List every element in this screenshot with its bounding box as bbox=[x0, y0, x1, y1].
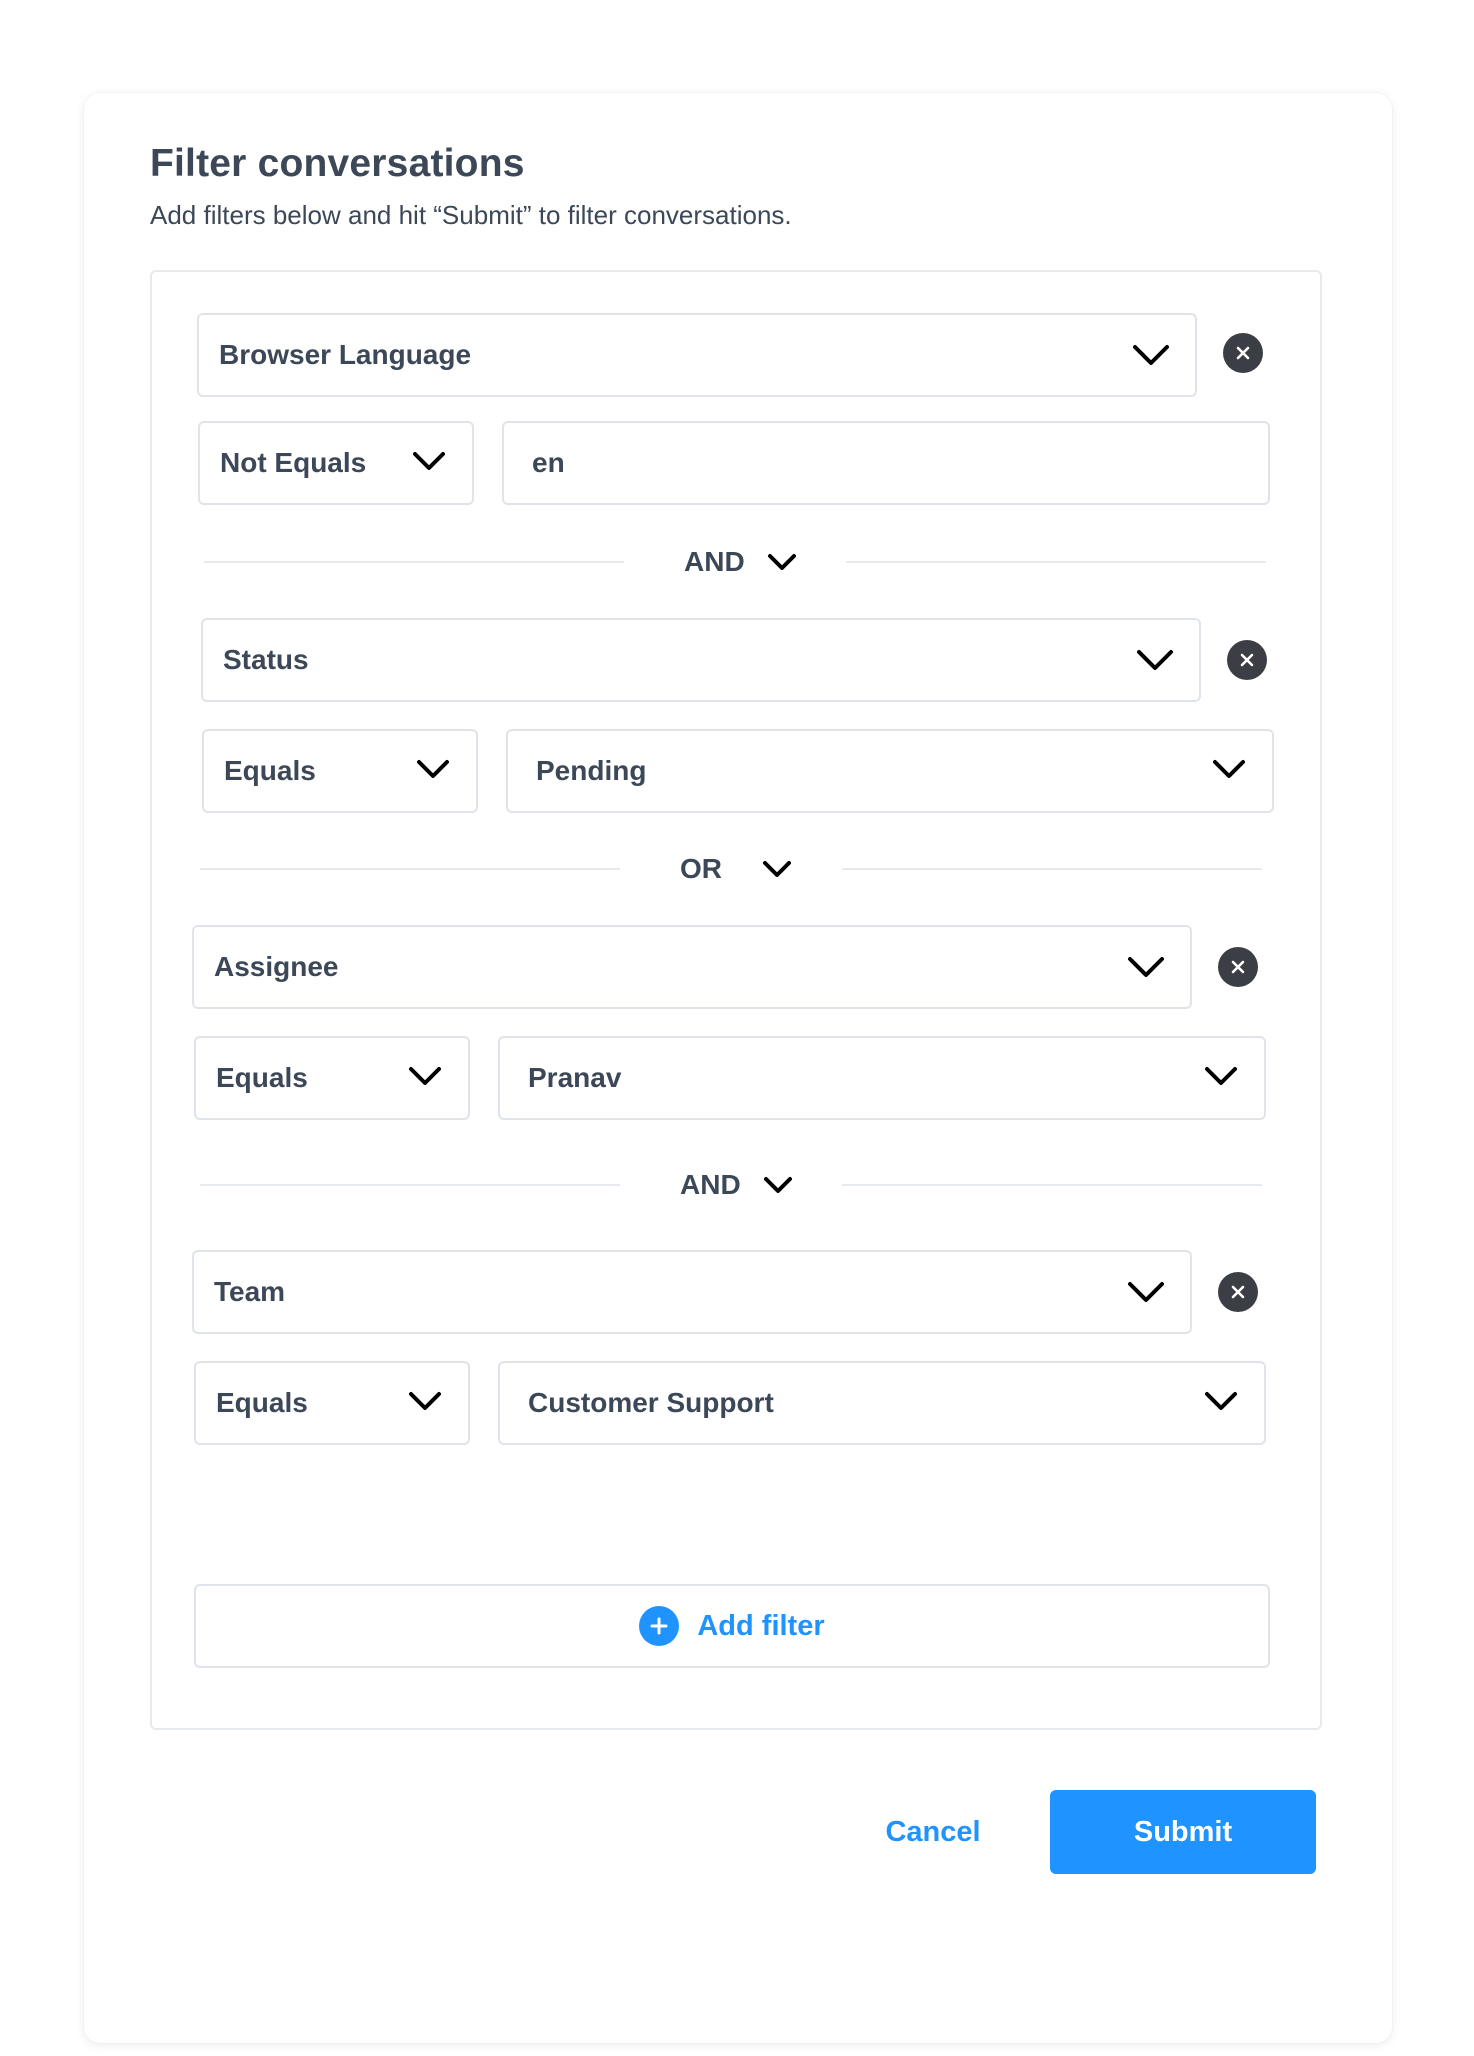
dialog-subtitle: Add filters below and hit “Submit” to fi… bbox=[150, 200, 792, 230]
attribute-select-assignee[interactable]: Assignee bbox=[192, 925, 1192, 1009]
operator-label: Equals bbox=[216, 1387, 308, 1418]
remove-filter-button-3[interactable] bbox=[1218, 947, 1258, 987]
add-filter-label: Add filter bbox=[697, 1609, 825, 1642]
chevron-down-icon bbox=[767, 554, 796, 570]
divider bbox=[842, 868, 1262, 870]
attribute-label: Browser Language bbox=[219, 339, 472, 370]
chevron-down-icon bbox=[412, 450, 452, 476]
submit-button[interactable]: Submit bbox=[1050, 1790, 1316, 1874]
chevron-down-icon bbox=[1135, 647, 1175, 673]
value-text: en bbox=[532, 447, 565, 478]
divider bbox=[204, 561, 624, 563]
query-operator-1[interactable]: AND bbox=[684, 546, 797, 578]
operator-label: Not Equals bbox=[220, 447, 367, 478]
remove-filter-button-4[interactable] bbox=[1218, 1272, 1258, 1312]
chevron-down-icon bbox=[1204, 1390, 1244, 1416]
query-operator-3[interactable]: AND bbox=[680, 1169, 793, 1201]
attribute-select-team[interactable]: Team bbox=[192, 1250, 1192, 1334]
operator-select-2[interactable]: Equals bbox=[202, 729, 478, 813]
divider bbox=[200, 868, 620, 870]
attribute-label: Team bbox=[214, 1276, 286, 1307]
remove-filter-button-1[interactable] bbox=[1223, 333, 1263, 373]
add-filter-button[interactable]: Add filter bbox=[194, 1584, 1270, 1668]
value-input-1[interactable]: en bbox=[502, 421, 1270, 505]
value-select-2[interactable]: Pending bbox=[506, 729, 1274, 813]
divider bbox=[200, 1184, 620, 1186]
attribute-select-browser-language[interactable]: Browser Language bbox=[197, 313, 1197, 397]
operator-label: Equals bbox=[224, 755, 316, 786]
chevron-down-icon bbox=[1126, 1279, 1166, 1305]
query-operator-2[interactable]: OR bbox=[680, 853, 792, 885]
chevron-down-icon bbox=[1204, 1065, 1244, 1091]
chevron-down-icon bbox=[408, 1390, 448, 1416]
chevron-down-icon bbox=[763, 861, 791, 877]
plus-circle-icon bbox=[639, 1606, 680, 1646]
value-select-3[interactable]: Pranav bbox=[498, 1036, 1266, 1120]
chevron-down-icon bbox=[1212, 758, 1252, 784]
attribute-select-status[interactable]: Status bbox=[201, 618, 1201, 702]
chevron-down-icon bbox=[408, 1065, 448, 1091]
chevron-down-icon bbox=[416, 758, 456, 784]
chevron-down-icon bbox=[1131, 342, 1171, 368]
value-text: Pranav bbox=[528, 1062, 622, 1093]
operator-text: AND bbox=[680, 1169, 741, 1200]
value-text: Customer Support bbox=[528, 1387, 774, 1418]
divider bbox=[842, 1184, 1262, 1186]
chevron-down-icon bbox=[1126, 954, 1166, 980]
operator-select-4[interactable]: Equals bbox=[194, 1361, 470, 1445]
close-icon bbox=[1231, 1285, 1245, 1299]
value-select-4[interactable]: Customer Support bbox=[498, 1361, 1266, 1445]
close-icon bbox=[1236, 346, 1250, 360]
chevron-down-icon bbox=[763, 1177, 792, 1193]
attribute-label: Assignee bbox=[214, 951, 339, 982]
close-icon bbox=[1231, 960, 1245, 974]
operator-select-3[interactable]: Equals bbox=[194, 1036, 470, 1120]
operator-label: Equals bbox=[216, 1062, 308, 1093]
remove-filter-button-2[interactable] bbox=[1227, 640, 1267, 680]
attribute-label: Status bbox=[223, 644, 309, 675]
value-text: Pending bbox=[536, 755, 647, 786]
divider bbox=[846, 561, 1266, 563]
operator-text: OR bbox=[680, 853, 722, 884]
cancel-button[interactable]: Cancel bbox=[868, 1790, 998, 1874]
operator-select-1[interactable]: Not Equals bbox=[198, 421, 474, 505]
dialog-title: Filter conversations bbox=[150, 142, 525, 185]
close-icon bbox=[1240, 653, 1254, 667]
operator-text: AND bbox=[684, 546, 745, 577]
